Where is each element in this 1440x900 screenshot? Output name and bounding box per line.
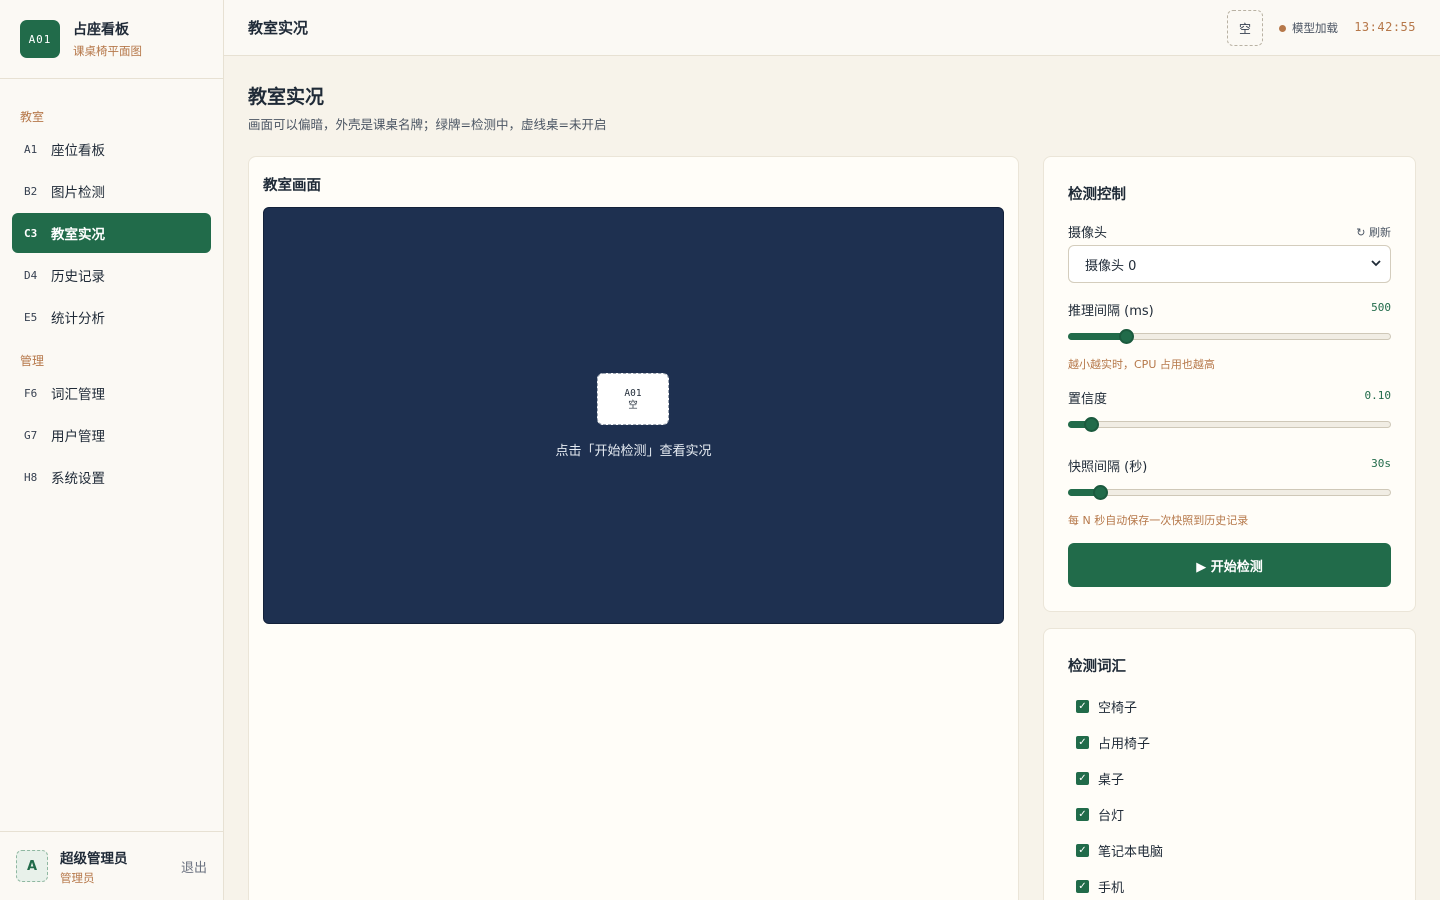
avatar: A <box>16 850 48 882</box>
nav-code: B2 <box>24 184 38 198</box>
page-subtitle: 画面可以偏暗，外壳是课桌名牌；绿牌=检测中，虚线桌=未开启 <box>248 117 607 132</box>
chevron-down-icon <box>1371 260 1381 267</box>
video-card-title: 教室画面 <box>263 178 321 194</box>
control-card: 检测控制 摄像头 ↻ 刷新 摄像头 0 推理间隔 (ms) 500 越小越实时，… <box>1043 156 1416 612</box>
vocab-item[interactable]: ✓ 桌子 <box>1076 769 1124 788</box>
confidence-slider[interactable] <box>1068 417 1391 432</box>
interval-hint: 越小越实时，CPU 占用也越高 <box>1068 358 1215 371</box>
sidebar-item-settings[interactable]: H8 系统设置 <box>12 457 211 497</box>
sidebar-item-history[interactable]: D4 历史记录 <box>12 255 211 295</box>
vocab-label: 空椅子 <box>1098 701 1138 716</box>
model-status-text: 模型加载 <box>1292 21 1338 35</box>
brand-text: 占座看板 课桌椅平面图 <box>73 19 142 59</box>
checkbox-checked-icon[interactable]: ✓ <box>1076 880 1089 893</box>
sidebar-item-seat-board[interactable]: A1 座位看板 <box>12 129 211 169</box>
page-title: 教室实况 <box>248 86 325 108</box>
checkbox-checked-icon[interactable]: ✓ <box>1076 700 1089 713</box>
vocab-card-title: 检测词汇 <box>1068 659 1126 675</box>
nav-code: D4 <box>24 268 38 282</box>
camera-select-value: 摄像头 0 <box>1085 258 1137 274</box>
user-box: A 超级管理员 管理员 退出 <box>0 831 223 900</box>
nav-label: 系统设置 <box>51 471 105 487</box>
nav-label: 教室实况 <box>51 227 105 243</box>
vocab-item[interactable]: ✓ 笔记本电脑 <box>1076 841 1163 860</box>
vocab-label: 占用椅子 <box>1098 737 1151 752</box>
slider-track <box>1068 489 1391 496</box>
snapshot-slider[interactable] <box>1068 485 1391 500</box>
video-frame: A01 空 点击「开始检测」查看实况 <box>263 207 1004 624</box>
nav-label: 座位看板 <box>51 143 105 159</box>
refresh-button[interactable]: ↻ 刷新 <box>1356 224 1391 240</box>
seat-tag-status: 空 <box>628 400 638 411</box>
nav-code: C3 <box>24 226 38 240</box>
vocab-card: 检测词汇 ✓ 空椅子 ✓ 占用椅子 ✓ 桌子 ✓ 台灯 ✓ 笔记本电脑 ✓ 手机 <box>1043 628 1416 900</box>
slider-thumb[interactable] <box>1119 329 1135 344</box>
user-info: 超级管理员 管理员 <box>60 847 128 886</box>
seat-status-chip[interactable]: 空 <box>1227 10 1263 46</box>
nav-section-classroom: 教室 <box>20 110 45 124</box>
vocab-item[interactable]: ✓ 空椅子 <box>1076 697 1137 716</box>
nav-label: 词汇管理 <box>51 387 105 403</box>
sidebar: A01 占座看板 课桌椅平面图 教室 A1 座位看板 B2 图片检测 C3 教室… <box>0 0 224 900</box>
slider-track <box>1068 421 1391 428</box>
nav-label: 用户管理 <box>51 429 105 445</box>
checkbox-checked-icon[interactable]: ✓ <box>1076 844 1089 857</box>
status-dot-icon <box>1279 24 1286 32</box>
confidence-label: 置信度 <box>1068 392 1108 407</box>
vocab-label: 手机 <box>1098 881 1125 896</box>
checkbox-checked-icon[interactable]: ✓ <box>1076 736 1089 749</box>
clock: 13:42:55 <box>1354 20 1416 34</box>
nav-code: A1 <box>24 142 38 156</box>
nav-label: 历史记录 <box>51 269 105 285</box>
vocab-item[interactable]: ✓ 占用椅子 <box>1076 733 1150 752</box>
logout-button[interactable]: 退出 <box>181 857 207 876</box>
snapshot-hint: 每 N 秒自动保存一次快照到历史记录 <box>1068 514 1249 527</box>
slider-thumb[interactable] <box>1083 417 1099 432</box>
sidebar-item-live-classroom[interactable]: C3 教室实况 <box>12 213 211 253</box>
confidence-value: 0.10 <box>1364 389 1392 402</box>
sidebar-item-users[interactable]: G7 用户管理 <box>12 415 211 455</box>
topbar-title: 教室实况 <box>248 19 309 37</box>
nav-code: G7 <box>24 428 38 442</box>
brand-title: 占座看板 <box>73 22 129 38</box>
nav-section-admin: 管理 <box>20 354 45 368</box>
vocab-label: 桌子 <box>1098 773 1125 788</box>
topbar: 教室实况 空 模型加载 13:42:55 <box>224 0 1440 56</box>
nav-label: 统计分析 <box>51 311 105 327</box>
vocab-label: 台灯 <box>1098 809 1125 824</box>
checkbox-checked-icon[interactable]: ✓ <box>1076 772 1089 785</box>
interval-slider[interactable] <box>1068 329 1391 344</box>
nav-code: H8 <box>24 470 38 484</box>
sidebar-item-vocab[interactable]: F6 词汇管理 <box>12 373 211 413</box>
brand-logo: A01 <box>20 20 60 58</box>
brand: A01 占座看板 课桌椅平面图 <box>0 0 223 79</box>
camera-select[interactable]: 摄像头 0 <box>1068 245 1391 283</box>
vocab-label: 笔记本电脑 <box>1098 845 1164 860</box>
video-card: 教室画面 A01 空 点击「开始检测」查看实况 <box>248 156 1019 900</box>
snapshot-label: 快照间隔 (秒) <box>1068 460 1148 475</box>
sidebar-item-statistics[interactable]: E5 统计分析 <box>12 297 211 337</box>
seat-tag: A01 空 <box>597 373 669 425</box>
vocab-item[interactable]: ✓ 手机 <box>1076 877 1124 896</box>
start-detect-button[interactable]: ▶ 开始检测 <box>1068 543 1391 587</box>
sidebar-item-image-detect[interactable]: B2 图片检测 <box>12 171 211 211</box>
camera-label: 摄像头 <box>1068 226 1108 241</box>
nav-code: F6 <box>24 386 38 400</box>
model-status: 模型加载 <box>1279 20 1338 36</box>
interval-label: 推理间隔 (ms) <box>1068 304 1154 319</box>
checkbox-checked-icon[interactable]: ✓ <box>1076 808 1089 821</box>
video-hint: 点击「开始检测」查看实况 <box>555 444 712 459</box>
brand-subtitle: 课桌椅平面图 <box>73 44 142 58</box>
snapshot-value: 30s <box>1371 457 1391 470</box>
slider-thumb[interactable] <box>1093 485 1109 500</box>
slider-fill <box>1068 333 1127 340</box>
nav-code: E5 <box>24 310 38 324</box>
user-name: 超级管理员 <box>60 850 128 867</box>
control-card-title: 检测控制 <box>1068 187 1126 203</box>
user-role: 管理员 <box>60 870 95 885</box>
vocab-item[interactable]: ✓ 台灯 <box>1076 805 1124 824</box>
seat-tag-code: A01 <box>624 388 642 399</box>
nav-label: 图片检测 <box>51 185 105 201</box>
interval-value: 500 <box>1371 301 1391 314</box>
